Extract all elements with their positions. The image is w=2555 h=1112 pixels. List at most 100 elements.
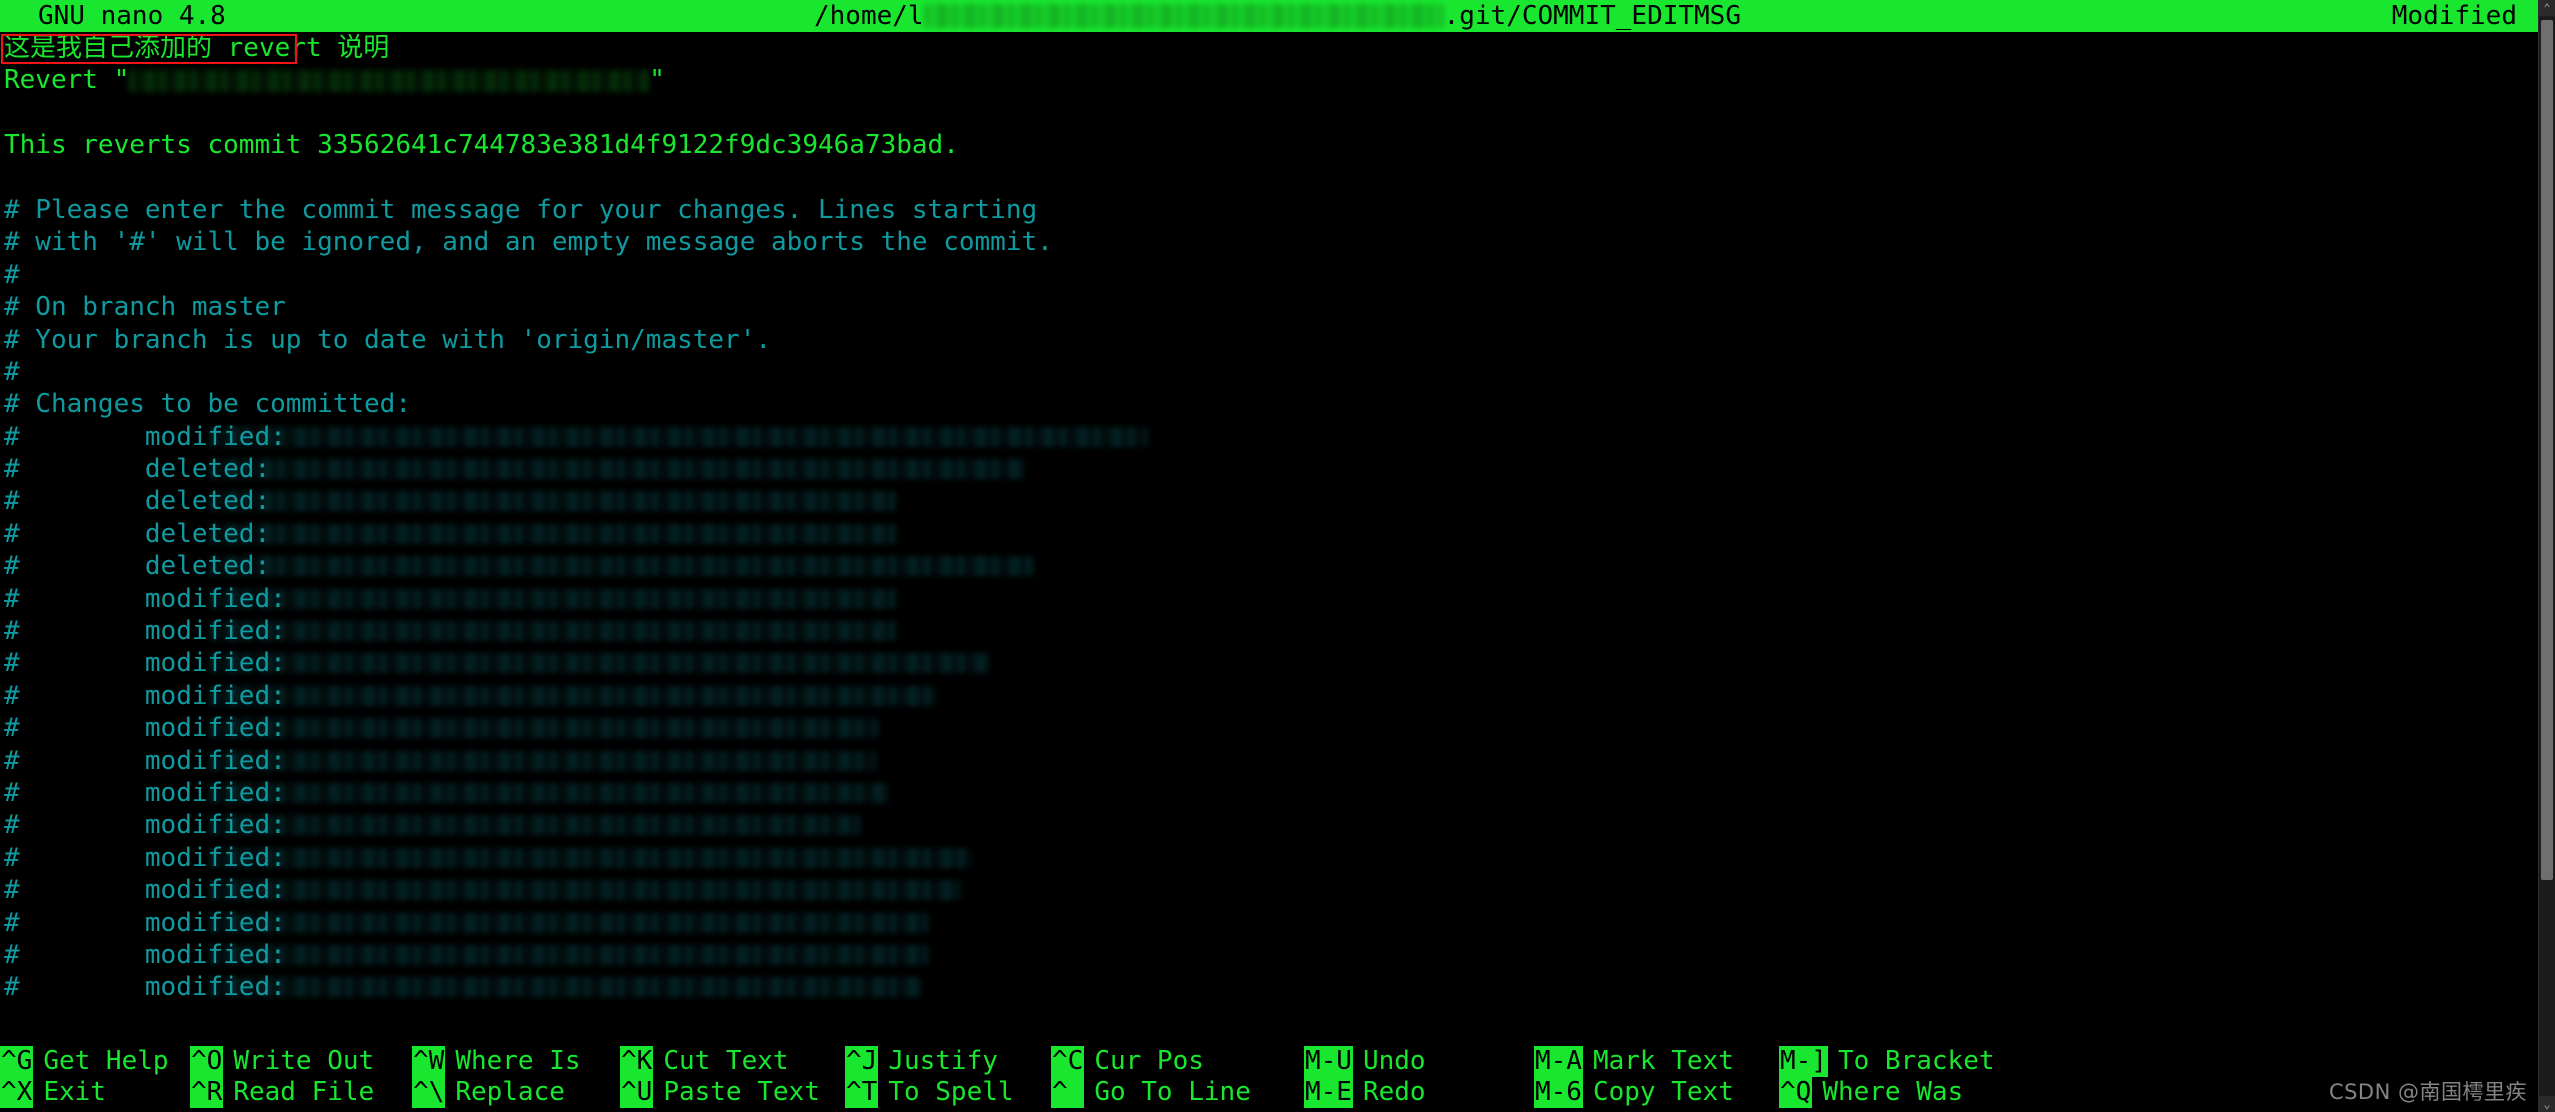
shortcut-label: Cut Text: [663, 1046, 789, 1076]
editor-line: #: [0, 356, 2555, 388]
editor-line: # deleted:: [0, 485, 2555, 517]
comment-hash: #: [4, 939, 145, 970]
nano-title-bar: GNU nano 4.8 /home/l .git/COMMIT_EDITMSG …: [0, 0, 2555, 32]
editor-line: # Changes to be committed:: [0, 388, 2555, 420]
comment-hash: #: [4, 583, 145, 614]
shortcut-key: ^G: [0, 1046, 34, 1077]
shortcut-label: Paste Text: [663, 1077, 820, 1107]
shortcut-label: Get Help: [43, 1046, 169, 1076]
scroll-up-arrow-icon[interactable]: ⌃: [2539, 0, 2555, 16]
shortcut-item[interactable]: ^J Justify: [845, 1046, 1051, 1077]
shortcut-key: ^Q: [1779, 1077, 1813, 1108]
editor-line: # modified:: [0, 615, 2555, 647]
editor-line: # modified:: [0, 939, 2555, 971]
editor-line: # Please enter the commit message for yo…: [0, 194, 2555, 226]
editor-line: # deleted:: [0, 550, 2555, 582]
redacted-text: [129, 69, 650, 92]
shortcut-item[interactable]: ^X Exit: [0, 1077, 190, 1108]
scroll-down-arrow-icon[interactable]: ⌄: [2539, 1096, 2555, 1112]
shortcut-item[interactable]: ^G Get Help: [0, 1046, 190, 1077]
comment-hash: #: [4, 875, 145, 906]
editor-text-area[interactable]: 这是我自己添加的 revert 说明 Revert " " This reverts…: [0, 32, 2555, 1044]
redacted-file-path: [210, 621, 896, 642]
shortcut-key: ^X: [0, 1077, 34, 1108]
comment-hash: #: [4, 713, 145, 744]
editor-line: Revert " ": [0, 64, 2555, 96]
shortcut-item[interactable]: ^\ Replace: [412, 1077, 620, 1108]
comment-hash: #: [4, 518, 145, 549]
comment-hash: #: [4, 486, 145, 517]
redacted-file-path: [210, 459, 1026, 480]
comment-hash: #: [4, 454, 145, 485]
comment-hash: #: [4, 777, 145, 808]
comment-hash: #: [4, 842, 145, 873]
editor-line-text: # Please enter the commit message for yo…: [4, 194, 1038, 225]
shortcut-key: ^J: [845, 1046, 879, 1077]
shortcut-label: Justify: [888, 1046, 998, 1076]
shortcut-item[interactable]: ^Q Where Was: [1779, 1077, 2019, 1108]
shortcut-label: Replace: [455, 1077, 565, 1107]
shortcut-item[interactable]: ^T To Spell: [845, 1077, 1051, 1108]
shortcut-item[interactable]: ^U Paste Text: [620, 1077, 845, 1108]
shortcut-key: M-A: [1534, 1046, 1583, 1077]
editor-line: This reverts commit 33562641c744783e381d…: [0, 129, 2555, 161]
shortcut-key: M-E: [1304, 1077, 1353, 1108]
shortcut-item[interactable]: M-6 Copy Text: [1534, 1077, 1779, 1108]
shortcut-item[interactable]: ^O Write Out: [190, 1046, 412, 1077]
shortcut-item[interactable]: ^K Cut Text: [620, 1046, 845, 1077]
comment-hash: #: [4, 810, 145, 841]
redacted-file-path: [210, 556, 1034, 577]
shortcut-item[interactable]: M-E Redo: [1304, 1077, 1534, 1108]
shortcut-item[interactable]: ^W Where Is: [412, 1046, 620, 1077]
file-path-label: /home/l .git/COMMIT_EDITMSG: [0, 0, 2555, 32]
editor-line: # modified:: [0, 874, 2555, 906]
redacted-file-path: [210, 588, 896, 609]
shortcut-item[interactable]: M-] To Bracket: [1779, 1046, 2019, 1077]
shortcut-label: To Spell: [888, 1077, 1014, 1107]
shortcut-key: ^R: [190, 1077, 224, 1108]
redacted-file-path: [210, 782, 890, 803]
editor-line-text: # Changes to be committed:: [4, 389, 411, 420]
comment-hash: #: [4, 907, 145, 938]
editor-line-text: This reverts commit 33562641c744783e381d…: [4, 130, 959, 161]
editor-line: # deleted:: [0, 453, 2555, 485]
shortcut-item[interactable]: ^ Go To Line: [1051, 1077, 1304, 1108]
comment-hash: #: [4, 648, 145, 679]
shortcut-label: Mark Text: [1592, 1046, 1734, 1076]
shortcut-item[interactable]: ^C Cur Pos: [1051, 1046, 1304, 1077]
editor-line: # with '#' will be ignored, and an empty…: [0, 226, 2555, 258]
editor-line: # modified:: [0, 842, 2555, 874]
editor-line: # modified:: [0, 647, 2555, 679]
editor-line: # modified:: [0, 680, 2555, 712]
shortcut-label: Read File: [233, 1077, 375, 1107]
shortcut-label: Write Out: [233, 1046, 375, 1076]
editor-line: # Your branch is up to date with 'origin…: [0, 324, 2555, 356]
comment-hash: #: [4, 551, 145, 582]
redacted-file-path: [210, 944, 928, 965]
editor-line: #: [0, 259, 2555, 291]
shortcut-label: Where Was: [1822, 1077, 1964, 1107]
shortcut-label: Redo: [1362, 1077, 1426, 1107]
shortcut-item[interactable]: M-A Mark Text: [1534, 1046, 1779, 1077]
scrollbar-thumb[interactable]: [2541, 20, 2553, 880]
comment-hash: #: [4, 421, 145, 452]
comment-hash: #: [4, 972, 145, 1003]
redacted-file-path: [210, 880, 960, 901]
redacted-file-path: [210, 523, 896, 544]
redacted-file-path: [210, 750, 876, 771]
editor-line: # deleted:: [0, 518, 2555, 550]
shortcut-key: ^T: [845, 1077, 879, 1108]
vertical-scrollbar[interactable]: ⌃ ⌄: [2538, 0, 2555, 1112]
editor-line: # modified:: [0, 777, 2555, 809]
shortcut-key: ^W: [412, 1046, 446, 1077]
shortcut-key: ^U: [620, 1077, 654, 1108]
shortcut-row-bottom: ^X Exit ^R Read File ^\ Replace ^U Paste Text ^T…: [0, 1077, 2555, 1108]
shortcut-label: Where Is: [455, 1046, 581, 1076]
shortcut-item[interactable]: M-U Undo: [1304, 1046, 1534, 1077]
shortcut-item[interactable]: ^R Read File: [190, 1077, 412, 1108]
redacted-file-path: [210, 491, 896, 512]
shortcut-row-top: ^G Get Help ^O Write Out ^W Where Is ^K Cut Tex…: [0, 1046, 2555, 1077]
shortcut-key: ^\: [412, 1077, 446, 1108]
editor-line-text: 这是我自己添加的 revert 说明: [4, 33, 390, 63]
